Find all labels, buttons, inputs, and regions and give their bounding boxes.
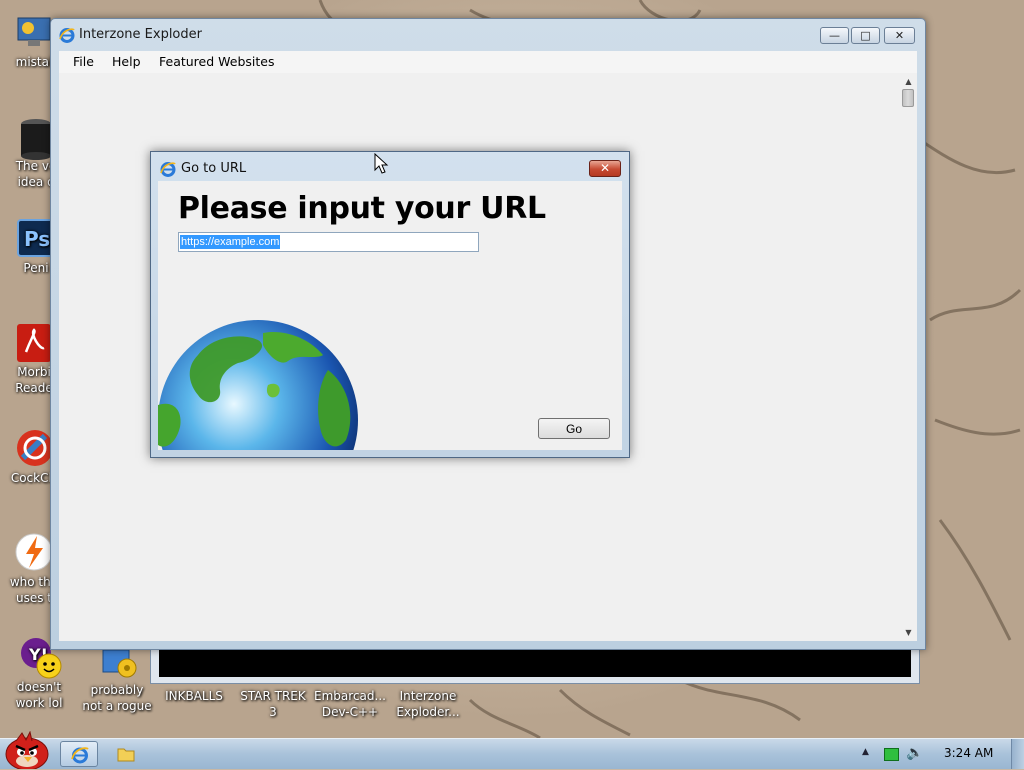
scroll-down-arrow-icon[interactable]: ▼ — [900, 624, 917, 641]
desktop-icon-rogue[interactable]: probably not a rogue — [78, 646, 156, 714]
angry-bird-start-icon[interactable] — [2, 731, 52, 769]
network-icon[interactable] — [884, 748, 899, 761]
desktop-icon-interzone-exploder[interactable]: Interzone Exploder... — [389, 688, 467, 720]
go-to-url-dialog[interactable]: Go to URL ✕ Please input your URL https:… — [150, 151, 630, 458]
show-hidden-icons-icon[interactable]: ▲ — [862, 747, 869, 757]
url-input[interactable] — [178, 232, 479, 252]
close-icon: ✕ — [894, 29, 905, 42]
computer-icon — [14, 12, 54, 52]
system-tray: ▲ 🔈 3:24 AM — [844, 739, 1024, 769]
ie-icon — [71, 746, 89, 764]
vertical-scrollbar[interactable]: ▲ ▼ — [900, 73, 917, 641]
ie-icon — [59, 27, 75, 43]
show-desktop-button[interactable] — [1011, 739, 1024, 769]
scroll-up-arrow-icon[interactable]: ▲ — [900, 73, 917, 90]
pdf-reader-icon — [14, 322, 54, 362]
maximize-icon: □ — [860, 29, 871, 42]
volume-icon[interactable]: 🔈 — [906, 745, 923, 761]
menubar: File Help Featured Websites — [59, 51, 917, 73]
desktop-icon-inkballs[interactable]: INKBALLS — [155, 688, 233, 704]
close-button[interactable]: ✕ — [884, 27, 915, 44]
dialog-heading: Please input your URL — [178, 191, 546, 226]
desktop-icon-label: Interzone Exploder... — [396, 689, 460, 719]
globe-icon — [158, 320, 358, 450]
ccleaner-icon — [15, 428, 55, 468]
dialog-title: Go to URL — [181, 161, 247, 176]
desktop-icon-label: Embarcad... Dev-C++ — [314, 689, 386, 719]
dialog-close-button[interactable]: ✕ — [589, 160, 621, 177]
clock[interactable]: 3:24 AM — [944, 746, 993, 760]
console-output — [159, 650, 911, 677]
gear-settings-icon — [97, 646, 137, 680]
close-icon: ✕ — [599, 161, 611, 175]
menu-file[interactable]: File — [67, 54, 100, 69]
scroll-thumb[interactable] — [902, 89, 914, 107]
maximize-button[interactable]: □ — [851, 27, 880, 44]
desktop-icon-label: probably not a rogue — [82, 683, 152, 713]
folder-icon — [117, 748, 135, 762]
minimize-button[interactable]: — — [820, 27, 849, 44]
lightning-icon — [14, 532, 54, 572]
svg-text:Ps: Ps — [24, 227, 50, 251]
desktop-icon-label: INKBALLS — [165, 689, 223, 703]
main-titlebar[interactable]: Interzone Exploder — □ ✕ — [51, 19, 925, 51]
dialog-client-area: Please input your URL https://example.co… — [158, 181, 622, 450]
desktop-icon-label: doesn't work lol — [15, 680, 63, 710]
desktop-icon-star-trek[interactable]: STAR TREK 3 — [234, 688, 312, 720]
go-button[interactable]: Go — [538, 418, 610, 439]
desktop-icon-devcpp[interactable]: Embarcad... Dev-C++ — [311, 688, 389, 720]
menu-featured-websites[interactable]: Featured Websites — [153, 54, 281, 69]
mouse-cursor-icon — [374, 153, 389, 174]
window-title: Interzone Exploder — [79, 27, 202, 42]
taskbar: ▲ 🔈 3:24 AM — [0, 731, 1024, 769]
desktop-icon-label: STAR TREK 3 — [240, 689, 306, 719]
taskbar-ie-button[interactable] — [60, 741, 98, 767]
minimize-icon: — — [829, 29, 840, 42]
ie-icon — [160, 161, 176, 177]
menu-help[interactable]: Help — [106, 54, 147, 69]
taskbar-explorer-button[interactable] — [106, 741, 144, 767]
